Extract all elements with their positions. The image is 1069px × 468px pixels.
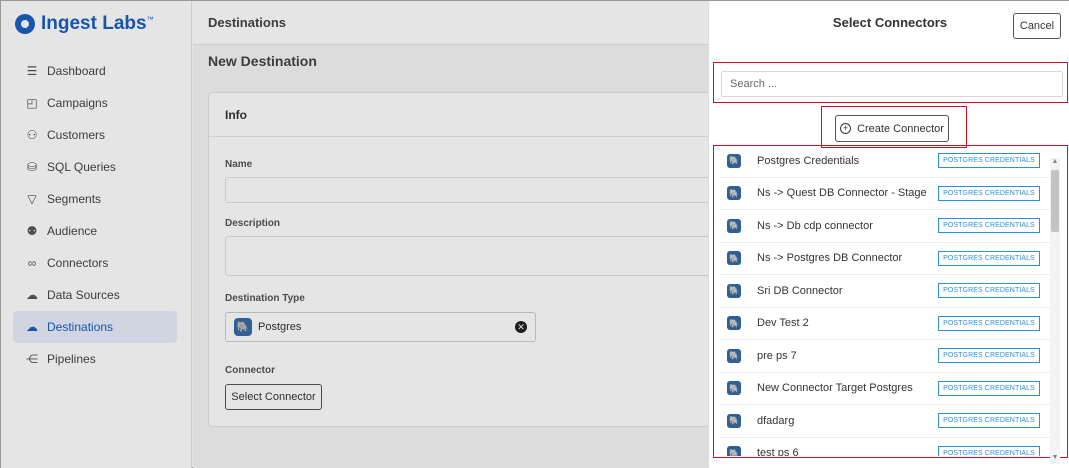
connector-type-badge: POSTGRES CREDENTIALS [938,153,1040,169]
connector-type-badge: POSTGRES CREDENTIALS [938,348,1040,364]
postgres-icon: 🐘 [727,413,741,428]
connector-row[interactable]: 🐘 test ps 6 POSTGRES CREDENTIALS [719,438,1058,456]
connector-list-scrollbar[interactable]: ▲ ▼ [1050,158,1060,464]
scroll-down-arrow-icon[interactable]: ▼ [1050,454,1060,464]
connector-name: Ns -> Quest DB Connector - Stage [757,187,927,200]
connector-name: New Connector Target Postgres [757,382,913,395]
connector-row[interactable]: 🐘 New Connector Target Postgres POSTGRES C… [719,373,1058,405]
postgres-icon: 🐘 [727,218,741,233]
connector-row[interactable]: 🐘 Ns -> Postgres DB Connector POSTGRES CRE… [719,243,1058,275]
connector-type-badge: POSTGRES CREDENTIALS [938,218,1040,234]
create-connector-button[interactable]: + Create Connector [835,115,949,142]
connector-type-badge: POSTGRES CREDENTIALS [938,315,1040,331]
connector-type-badge: POSTGRES CREDENTIALS [938,185,1040,201]
connector-name: Ns -> Postgres DB Connector [757,252,903,265]
connector-row[interactable]: 🐘 Postgres Credentials POSTGRES CREDENTIAL… [719,145,1058,178]
connector-type-badge: POSTGRES CREDENTIALS [938,250,1040,266]
scroll-thumb[interactable] [1051,170,1059,232]
postgres-icon: 🐘 [727,153,741,168]
connector-name: test ps 6 [757,447,799,456]
connector-row[interactable]: 🐘 Sri DB Connector POSTGRES CREDENTIALS [719,275,1058,308]
connector-row[interactable]: 🐘 Ns -> Db cdp connector POSTGRES CREDENTI… [719,210,1058,243]
create-connector-label: Create Connector [857,122,944,135]
connector-name: dfadarg [757,414,795,427]
connector-name: Sri DB Connector [757,284,843,297]
postgres-icon: 🐘 [727,381,741,396]
postgres-icon: 🐘 [727,186,741,201]
postgres-icon: 🐘 [727,251,741,266]
app-window: Ingest Labs™ ☰ Dashboard ◰ Campaigns ⚇ C… [0,0,1069,468]
connector-row[interactable]: 🐘 Ns -> Quest DB Connector - Stage POSTGRE… [719,178,1058,210]
connector-type-badge: POSTGRES CREDENTIALS [938,283,1040,299]
connector-row[interactable]: 🐘 Dev Test 2 POSTGRES CREDENTIALS [719,308,1058,340]
scroll-up-arrow-icon[interactable]: ▲ [1050,158,1060,168]
connector-type-badge: POSTGRES CREDENTIALS [938,380,1040,396]
connector-row[interactable]: 🐘 dfadarg POSTGRES CREDENTIALS [719,405,1058,438]
plus-circle-icon: + [840,123,852,134]
modal-backdrop[interactable] [1,1,708,468]
connector-name: Ns -> Db cdp connector [757,219,873,232]
connector-name: Dev Test 2 [757,317,809,330]
cancel-button[interactable]: Cancel [1013,13,1061,39]
connector-type-badge: POSTGRES CREDENTIALS [938,413,1040,429]
postgres-icon: 🐘 [727,446,741,456]
connector-row[interactable]: 🐘 pre ps 7 POSTGRES CREDENTIALS [719,340,1058,373]
connector-name: Postgres Credentials [757,154,860,167]
select-connectors-panel: Select Connectors Cancel + Create Connec… [708,1,1069,468]
postgres-icon: 🐘 [727,283,741,298]
connector-name: pre ps 7 [757,349,797,362]
connector-type-badge: POSTGRES CREDENTIALS [938,445,1040,456]
postgres-icon: 🐘 [727,348,741,363]
postgres-icon: 🐘 [727,316,741,331]
connector-list: 🐘 Postgres Credentials POSTGRES CREDENTIAL… [719,145,1058,456]
search-input[interactable] [721,71,1063,97]
